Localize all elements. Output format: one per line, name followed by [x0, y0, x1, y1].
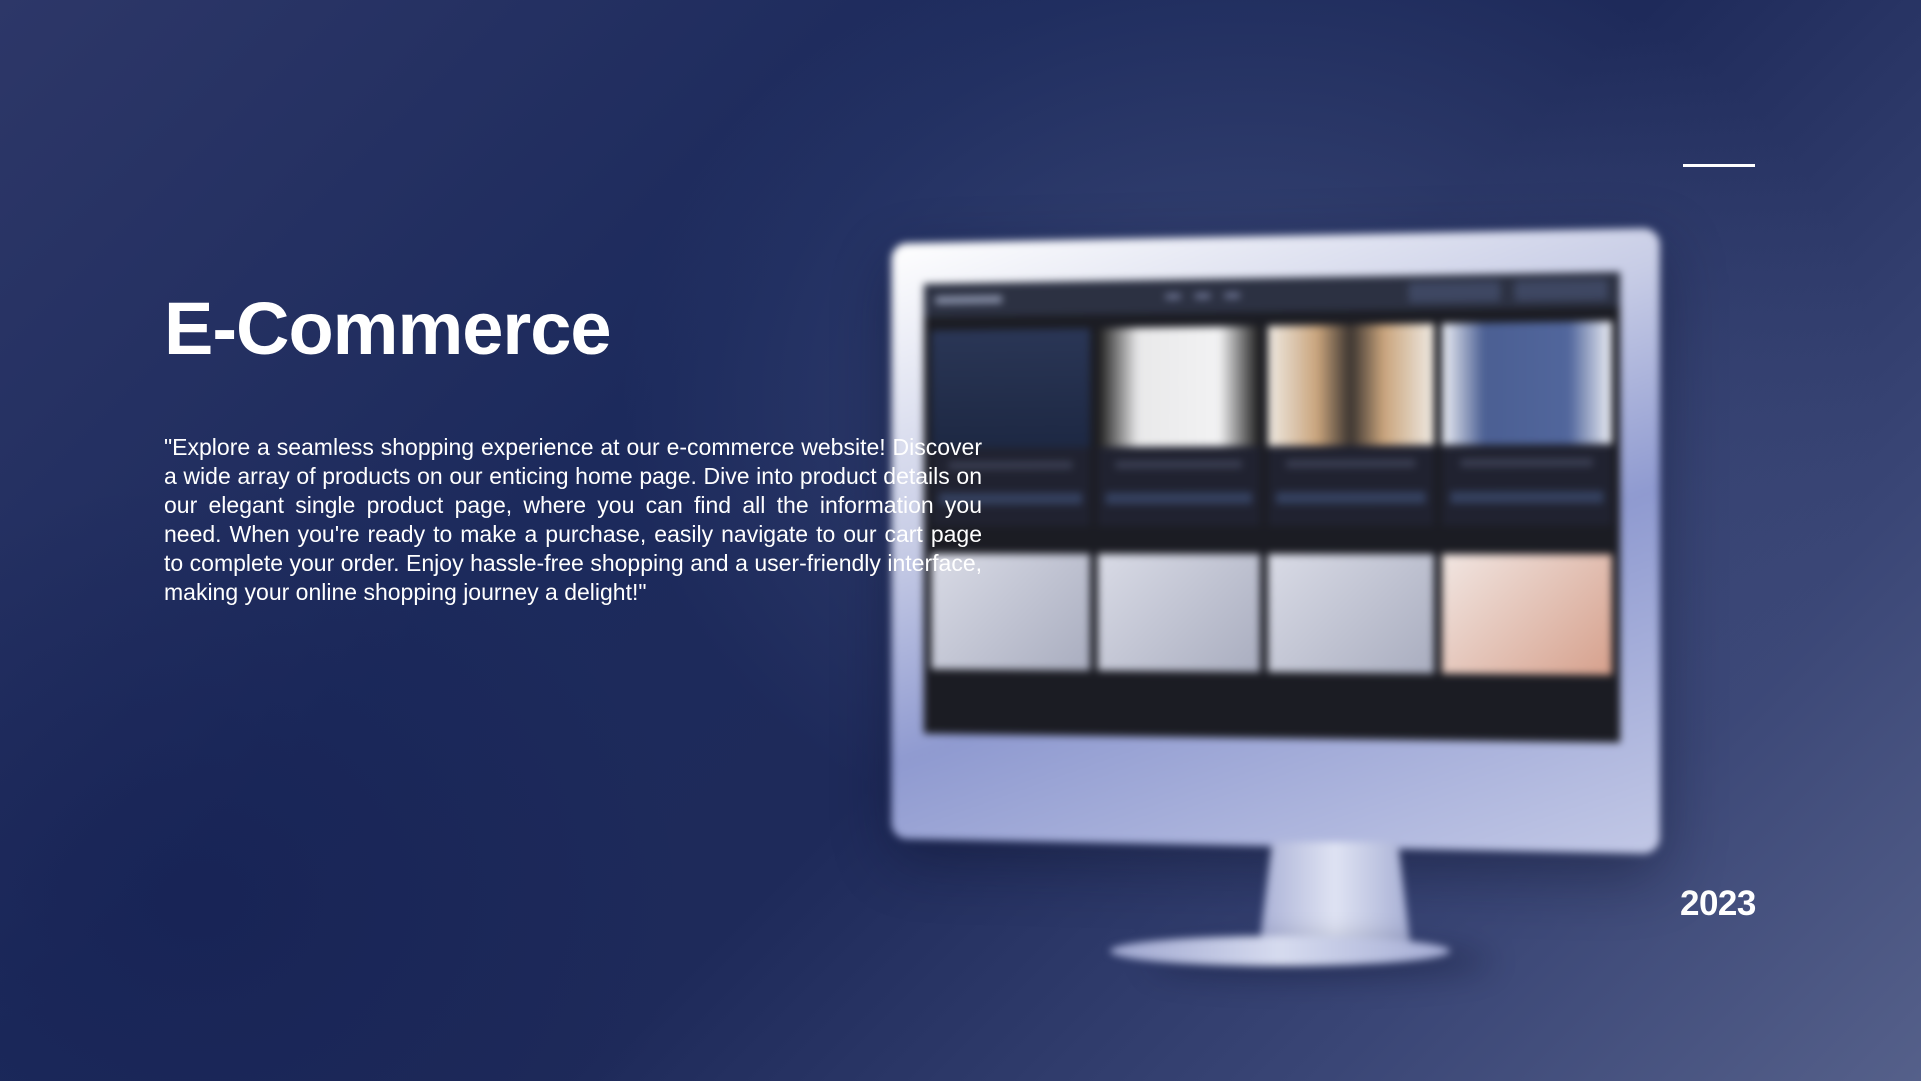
monitor-stand-neck: [1260, 842, 1410, 942]
product-info: [1115, 460, 1243, 469]
website-screenshot: [923, 271, 1621, 743]
product-card: [1267, 323, 1434, 526]
product-image-jacket: [1267, 323, 1434, 446]
monitor-mockup: [880, 228, 1660, 976]
nav-link: [1194, 292, 1211, 300]
product-grid-row-2: [924, 526, 1620, 675]
product-image-bag: [931, 328, 1091, 449]
product-card: [1442, 321, 1612, 526]
product-card: [1097, 326, 1261, 527]
nav-link: [1224, 292, 1241, 299]
year-label: 2023: [1680, 884, 1756, 923]
project-description: "Explore a seamless shopping experience …: [164, 434, 982, 605]
product-image-sweater: [1442, 321, 1612, 445]
website-logo: [935, 295, 1003, 305]
product-image-polo: [1097, 326, 1261, 448]
product-grid: [924, 307, 1620, 527]
product-button: [1105, 492, 1253, 505]
product-button: [1275, 491, 1426, 504]
product-image-ring: [1097, 553, 1261, 672]
monitor-stand-base: [1110, 936, 1450, 966]
monitor-bezel: [891, 228, 1660, 854]
accent-line: [1683, 164, 1755, 167]
page-title: E-Commerce: [164, 287, 612, 370]
product-button: [1450, 490, 1604, 504]
product-info: [1285, 459, 1416, 468]
nav-cart: [1514, 279, 1608, 302]
nav-search: [1408, 281, 1501, 303]
product-info: [1460, 458, 1594, 468]
product-image-rose-ring: [1442, 554, 1612, 675]
nav-link: [1165, 293, 1181, 300]
product-image-ring: [1267, 554, 1434, 674]
